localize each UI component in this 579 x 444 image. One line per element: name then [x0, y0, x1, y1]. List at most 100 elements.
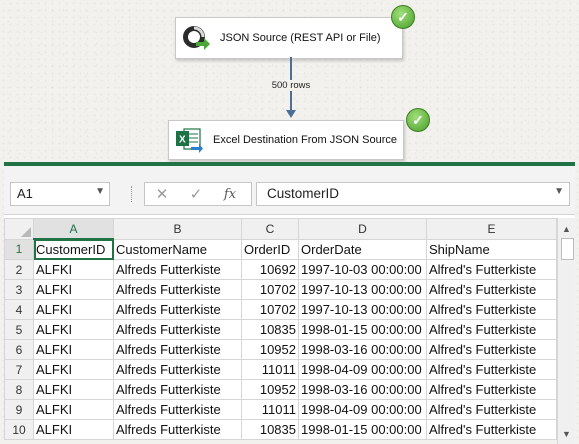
row-header[interactable]: 8 — [4, 379, 34, 400]
sheet-cell[interactable]: Alfreds Futterkiste — [113, 339, 242, 360]
chevron-down-icon[interactable]: ▼ — [95, 186, 105, 197]
sheet-cell[interactable]: CustomerID — [33, 238, 114, 260]
sheet-cell[interactable]: Alfreds Futterkiste — [113, 379, 242, 400]
sheet-cell[interactable]: Alfred's Futterkiste — [426, 299, 557, 320]
name-box[interactable]: A1 ▼ — [10, 182, 110, 206]
json-source-icon — [182, 24, 210, 52]
excel-destination-label: Excel Destination From JSON Source — [213, 134, 398, 146]
sheet-cell[interactable]: Alfred's Futterkiste — [426, 419, 557, 440]
sheet-cell[interactable]: 11011 — [241, 399, 299, 420]
name-box-value: A1 — [17, 186, 33, 201]
column-header[interactable]: D — [298, 218, 427, 240]
row-header[interactable]: 10 — [4, 419, 34, 440]
sheet-cell[interactable]: Alfreds Futterkiste — [113, 279, 242, 300]
row-header[interactable]: 2 — [4, 259, 34, 280]
sheet-cell[interactable]: ALFKI — [33, 319, 114, 340]
sheet-cell[interactable]: Alfred's Futterkiste — [426, 259, 557, 280]
sheet-cell[interactable]: Alfreds Futterkiste — [113, 299, 242, 320]
scroll-down-icon[interactable]: ▼ — [558, 425, 575, 442]
sheet-cell[interactable]: 1998-04-09 00:00:00 — [298, 359, 427, 380]
data-path-arrow-icon — [286, 110, 296, 118]
column-header[interactable]: B — [113, 218, 242, 240]
sheet-cell[interactable]: ALFKI — [33, 419, 114, 440]
sheet-cell[interactable]: ShipName — [426, 238, 557, 260]
success-check-icon: ✓ — [391, 5, 415, 29]
sheet-cell[interactable]: Alfred's Futterkiste — [426, 279, 557, 300]
insert-function-icon[interactable]: fx — [213, 187, 247, 202]
formula-input[interactable]: CustomerID ▼ — [256, 182, 570, 206]
sheet-cell[interactable]: 10702 — [241, 279, 299, 300]
row-header[interactable]: 9 — [4, 399, 34, 420]
sheet-cell[interactable]: 1998-01-15 00:00:00 — [298, 419, 427, 440]
cancel-icon[interactable]: ✕ — [145, 185, 179, 203]
sheet-cell[interactable]: 1998-04-09 00:00:00 — [298, 399, 427, 420]
table-row: 3 ALFKI Alfreds Futterkiste 10702 1997-10-13… — [4, 279, 557, 300]
json-source-task[interactable]: JSON Source (REST API or File) — [175, 17, 403, 59]
sheet-cell[interactable]: Alfreds Futterkiste — [113, 399, 242, 420]
table-row: 10 ALFKI Alfreds Futterkiste 10835 1998-01-1… — [4, 419, 557, 440]
sheet-cell[interactable]: Alfred's Futterkiste — [426, 339, 557, 360]
sheet-cell[interactable]: Alfred's Futterkiste — [426, 379, 557, 400]
table-row: 6 ALFKI Alfreds Futterkiste 10952 1998-03-16… — [4, 339, 557, 360]
column-header[interactable]: A — [33, 218, 114, 240]
formula-bar-separator[interactable] — [131, 186, 134, 202]
sheet-cell[interactable]: ALFKI — [33, 339, 114, 360]
column-header[interactable]: E — [426, 218, 557, 240]
row-header[interactable]: 3 — [4, 279, 34, 300]
sheet-cell[interactable]: 11011 — [241, 359, 299, 380]
svg-text:X: X — [179, 135, 186, 146]
chevron-down-icon[interactable]: ▼ — [554, 186, 564, 197]
row-header[interactable]: 7 — [4, 359, 34, 380]
sheet-cell[interactable]: 1997-10-13 00:00:00 — [298, 299, 427, 320]
table-row: 1 CustomerID CustomerName OrderID OrderDate S… — [4, 238, 557, 260]
table-row: 9 ALFKI Alfreds Futterkiste 11011 1998-04-09… — [4, 399, 557, 420]
table-row: 8 ALFKI Alfreds Futterkiste 10952 1998-03-16… — [4, 379, 557, 400]
vertical-scrollbar[interactable]: ▲ ▼ — [557, 218, 575, 444]
sheet-cell[interactable]: Alfred's Futterkiste — [426, 359, 557, 380]
sheet-cell[interactable]: ALFKI — [33, 379, 114, 400]
spreadsheet-grid: A B C D E 1 CustomerID CustomerName OrderID… — [4, 218, 575, 444]
sheet-cell[interactable]: 1997-10-13 00:00:00 — [298, 279, 427, 300]
scroll-thumb[interactable] — [561, 238, 574, 260]
sheet-cell[interactable]: 10952 — [241, 379, 299, 400]
table-row: 7 ALFKI Alfreds Futterkiste 11011 1998-04-09… — [4, 359, 557, 380]
sheet-cell[interactable]: ALFKI — [33, 359, 114, 380]
sheet-cell[interactable]: 1998-03-16 00:00:00 — [298, 339, 427, 360]
sheet-cell[interactable]: Alfred's Futterkiste — [426, 399, 557, 420]
json-source-label: JSON Source (REST API or File) — [220, 32, 381, 44]
sheet-cell[interactable]: 10692 — [241, 259, 299, 280]
sheet-cell[interactable]: ALFKI — [33, 279, 114, 300]
excel-destination-task[interactable]: X Excel Destination From JSON Source — [168, 120, 404, 160]
sheet-cell[interactable]: ALFKI — [33, 259, 114, 280]
sheet-cell[interactable]: Alfreds Futterkiste — [113, 319, 242, 340]
sheet-cell[interactable]: 1997-10-03 00:00:00 — [298, 259, 427, 280]
sheet-cell[interactable]: Alfreds Futterkiste — [113, 259, 242, 280]
column-header[interactable]: C — [241, 218, 299, 240]
row-header[interactable]: 4 — [4, 299, 34, 320]
formula-bar: A1 ▼ ✕ ✓ fx CustomerID ▼ — [4, 166, 575, 215]
row-header[interactable]: 5 — [4, 319, 34, 340]
select-all-corner[interactable] — [4, 218, 34, 240]
enter-check-icon[interactable]: ✓ — [179, 185, 213, 203]
spreadsheet-preview: A1 ▼ ✕ ✓ fx CustomerID ▼ A B C D E 1 Cus… — [4, 162, 575, 444]
row-header[interactable]: 1 — [4, 238, 34, 260]
sheet-cell[interactable]: ALFKI — [33, 299, 114, 320]
sheet-cell[interactable]: Alfreds Futterkiste — [113, 419, 242, 440]
sheet-cell[interactable]: Alfred's Futterkiste — [426, 319, 557, 340]
sheet-cell[interactable]: CustomerName — [113, 238, 242, 260]
scroll-up-icon[interactable]: ▲ — [558, 220, 575, 237]
formula-buttons: ✕ ✓ fx — [144, 182, 252, 206]
sheet-cell[interactable]: Alfreds Futterkiste — [113, 359, 242, 380]
sheet-cell[interactable]: OrderID — [241, 238, 299, 260]
sheet-cell[interactable]: 10952 — [241, 339, 299, 360]
sheet-cell[interactable]: OrderDate — [298, 238, 427, 260]
sheet-cell[interactable]: 10835 — [241, 419, 299, 440]
sheet-cell[interactable]: 10702 — [241, 299, 299, 320]
formula-value: CustomerID — [267, 186, 340, 201]
sheet-cell[interactable]: ALFKI — [33, 399, 114, 420]
row-header[interactable]: 6 — [4, 339, 34, 360]
excel-destination-icon: X — [175, 127, 203, 153]
sheet-cell[interactable]: 1998-03-16 00:00:00 — [298, 379, 427, 400]
sheet-cell[interactable]: 10835 — [241, 319, 299, 340]
sheet-cell[interactable]: 1998-01-15 00:00:00 — [298, 319, 427, 340]
